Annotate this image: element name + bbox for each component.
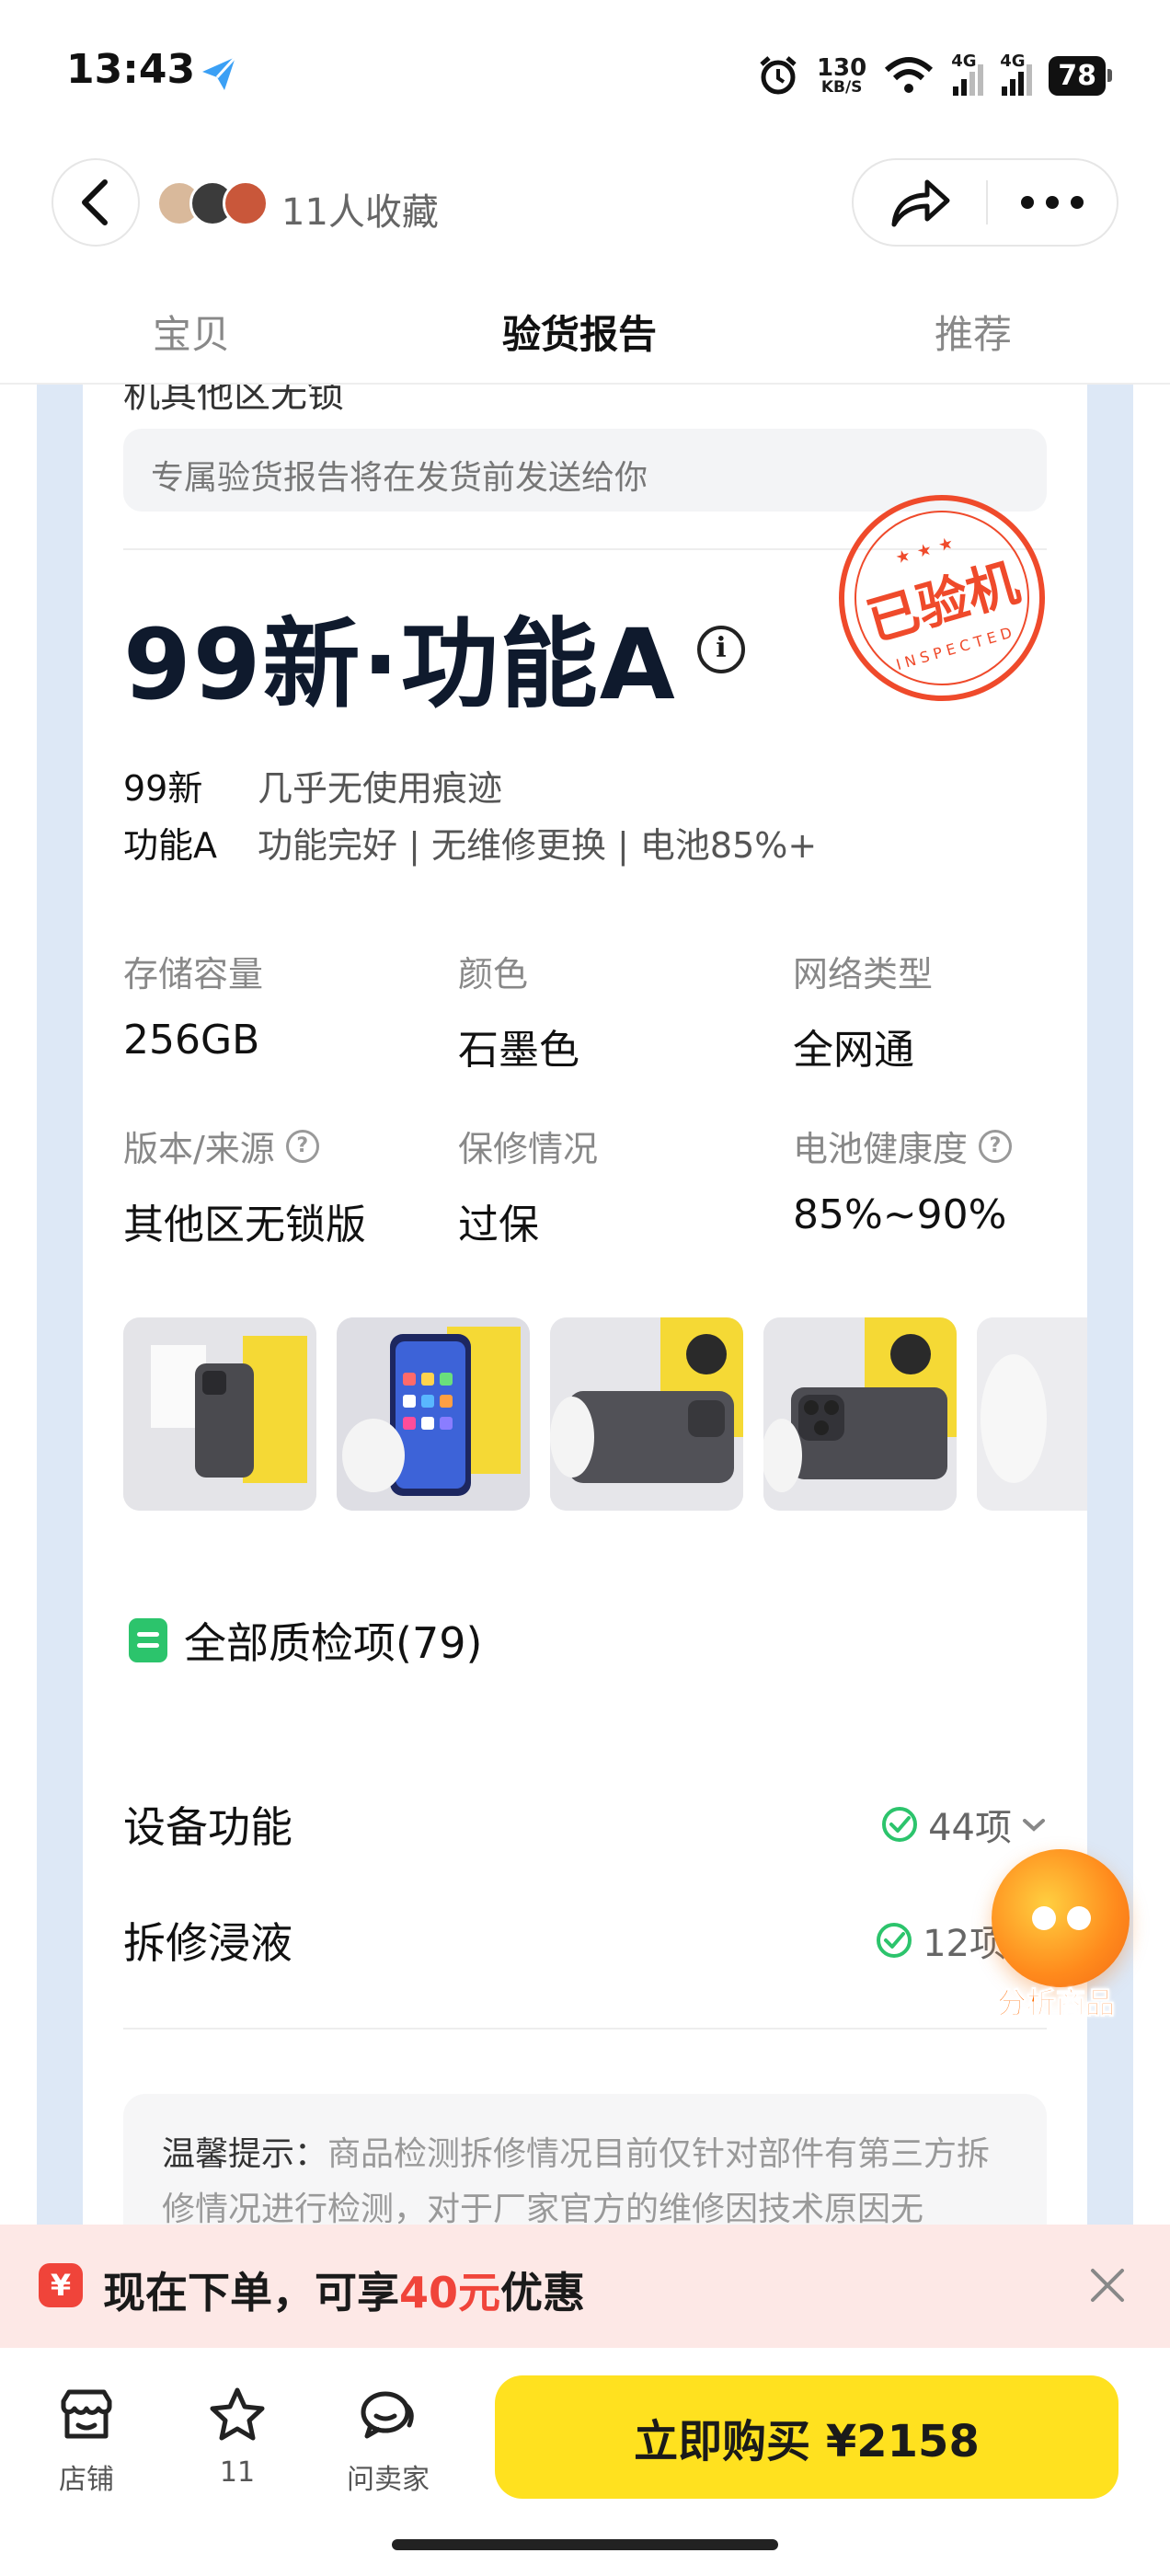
share-button[interactable]	[854, 158, 986, 247]
tab-recommend[interactable]: 推荐	[935, 304, 1012, 360]
grade-row: 功能A 功能完好 | 无维修更换 | 电池85%+	[123, 825, 818, 866]
header-actions	[852, 158, 1118, 247]
avatar	[223, 180, 269, 226]
coupon-icon: ¥	[39, 2263, 83, 2307]
tab-item[interactable]: 宝贝	[153, 304, 230, 360]
cell-signal-2: 4G	[1000, 52, 1033, 96]
spec-version: 版本/来源? 其他区无锁版	[123, 1129, 366, 1248]
status-bar: 13:43 130 KB/S 4G 4G 78	[0, 0, 1170, 147]
home-indicator[interactable]	[392, 2539, 778, 2550]
photo-thumbnail[interactable]	[550, 1317, 743, 1511]
report-notice: 专属验货报告将在发货前发送给你	[123, 429, 1047, 512]
favoriter-avatars	[156, 180, 269, 226]
ask-seller-button[interactable]: 问卖家	[333, 2385, 443, 2497]
mascot-icon	[992, 1849, 1130, 1987]
help-icon[interactable]: ?	[979, 1129, 1013, 1163]
photo-thumbnail[interactable]	[123, 1317, 316, 1511]
top-nav: 11人收藏	[0, 147, 1170, 258]
battery-indicator: 78	[1049, 55, 1112, 96]
report-icon	[129, 1618, 167, 1662]
check-circle-icon	[882, 1807, 918, 1842]
tab-inspection-report[interactable]: 验货报告	[502, 304, 657, 360]
spec-warranty: 保修情况 过保	[458, 1129, 599, 1248]
send-icon	[202, 55, 237, 90]
shop-button[interactable]: 店铺	[31, 2385, 142, 2497]
grade-row: 99新 几乎无使用痕迹	[123, 768, 503, 809]
wifi-icon	[885, 57, 934, 93]
chevron-down-icon	[1023, 1819, 1045, 1832]
bottom-action-bar: 店铺 11 问卖家 立即购买 ¥2158	[0, 2348, 1170, 2576]
share-icon	[891, 179, 950, 227]
photo-thumbnail[interactable]	[763, 1317, 957, 1511]
help-icon[interactable]: ?	[285, 1129, 319, 1163]
divider	[123, 2028, 1047, 2030]
spec-battery-health: 电池健康度? 85%~90%	[793, 1121, 1087, 1238]
section-heading: 机其他区无锁	[123, 385, 344, 416]
check-circle-icon	[877, 1923, 912, 1958]
close-icon[interactable]	[1084, 2261, 1131, 2309]
spec-network: 网络类型 全网通	[793, 954, 934, 1074]
chevron-left-icon	[82, 179, 108, 225]
photo-thumbnail[interactable]	[977, 1317, 1087, 1511]
status-time: 13:43	[66, 46, 196, 93]
spec-color: 颜色 石墨色	[458, 954, 579, 1074]
warm-tip: 温馨提示：商品检测拆修情况目前仅针对部件有第三方拆修情况进行检测，对于厂家官方的…	[123, 2094, 1047, 2225]
spec-storage: 存储容量 256GB	[123, 954, 264, 1064]
check-row-device-function[interactable]: 设备功能 44项	[123, 1783, 1047, 1857]
photo-thumbnail[interactable]	[337, 1317, 530, 1511]
chat-icon	[361, 2391, 414, 2439]
info-icon[interactable]: i	[697, 626, 745, 673]
all-inspection-items[interactable]: 全部质检项(79)	[129, 1610, 482, 1671]
check-row-repair-liquid[interactable]: 拆修浸液 12项	[123, 1899, 1047, 1972]
star-icon	[210, 2387, 265, 2441]
cell-signal-1: 4G	[951, 52, 984, 96]
promo-banner[interactable]: ¥ 现在下单，可享40元优惠	[0, 2225, 1170, 2348]
alarm-icon	[760, 56, 797, 95]
inspection-report-card: 机其他区无锁 专属验货报告将在发货前发送给你 99新·功能A i ★★★ 已验机…	[83, 385, 1087, 2225]
promo-message: 现在下单，可享40元优惠	[103, 2268, 586, 2317]
tab-bar: 宝贝 验货报告 推荐	[0, 276, 1170, 385]
favorites-count: 11人收藏	[281, 191, 439, 234]
more-button[interactable]	[988, 158, 1117, 247]
store-icon	[61, 2389, 112, 2439]
back-button[interactable]	[52, 158, 140, 247]
network-speed: 130 KB/S	[816, 53, 867, 97]
analyze-product-button[interactable]: 分析商品	[977, 1849, 1135, 2033]
favorite-button[interactable]: 11	[182, 2385, 292, 2489]
more-icon	[1021, 196, 1084, 209]
photo-strip[interactable]	[123, 1317, 1087, 1512]
buy-now-button[interactable]: 立即购买 ¥2158	[495, 2375, 1118, 2499]
grade-title: 99新·功能A	[123, 608, 677, 721]
